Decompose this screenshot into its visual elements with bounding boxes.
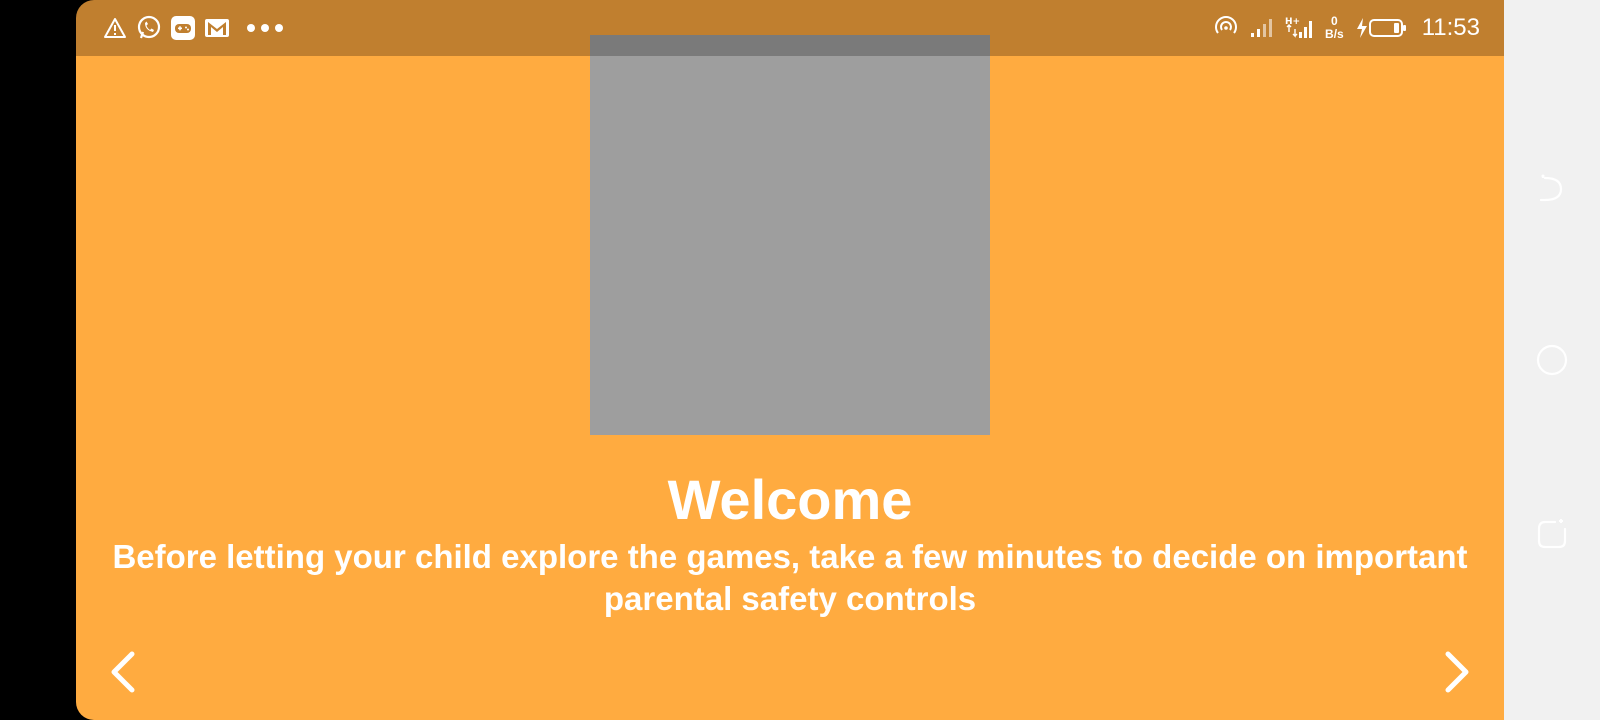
back-button[interactable] (1534, 168, 1570, 204)
network-speed-unit: B/s (1325, 27, 1344, 41)
welcome-image-placeholder (590, 35, 990, 435)
page-subtitle: Before letting your child explore the ga… (112, 538, 1468, 617)
hotspot-icon (1213, 15, 1239, 41)
signal-icon-sim2: H+ (1285, 15, 1315, 41)
chevron-right-icon (1445, 651, 1469, 693)
page-title: Welcome (667, 468, 913, 531)
app-screen: H+ 0 B/s 11:53 Welcome Before letting yo… (76, 0, 1504, 720)
device-frame: H+ 0 B/s 11:53 Welcome Before letting yo… (0, 0, 1600, 720)
network-speed: 0 B/s (1325, 15, 1344, 41)
recents-icon (1537, 519, 1567, 549)
whatsapp-icon (136, 15, 162, 41)
back-icon (1539, 174, 1563, 202)
game-controller-icon (170, 15, 196, 41)
svg-text:H+: H+ (1285, 17, 1300, 27)
more-dots-icon (244, 15, 288, 41)
home-button[interactable] (1534, 342, 1570, 378)
signal-icon-sim1 (1249, 17, 1275, 39)
warning-icon (102, 15, 128, 41)
chevron-left-icon (111, 651, 135, 693)
notification-icons (102, 14, 288, 42)
clock: 11:53 (1421, 14, 1480, 41)
next-button[interactable] (1432, 648, 1480, 696)
battery-charging-icon (1354, 16, 1408, 40)
system-status: H+ 0 B/s 11:53 (1213, 12, 1480, 44)
system-navigation-bar (1504, 0, 1600, 720)
gmail-icon (204, 15, 230, 41)
home-icon (1536, 344, 1568, 376)
recents-button[interactable] (1534, 516, 1570, 552)
previous-button[interactable] (100, 648, 148, 696)
image-top-shade (590, 35, 990, 56)
